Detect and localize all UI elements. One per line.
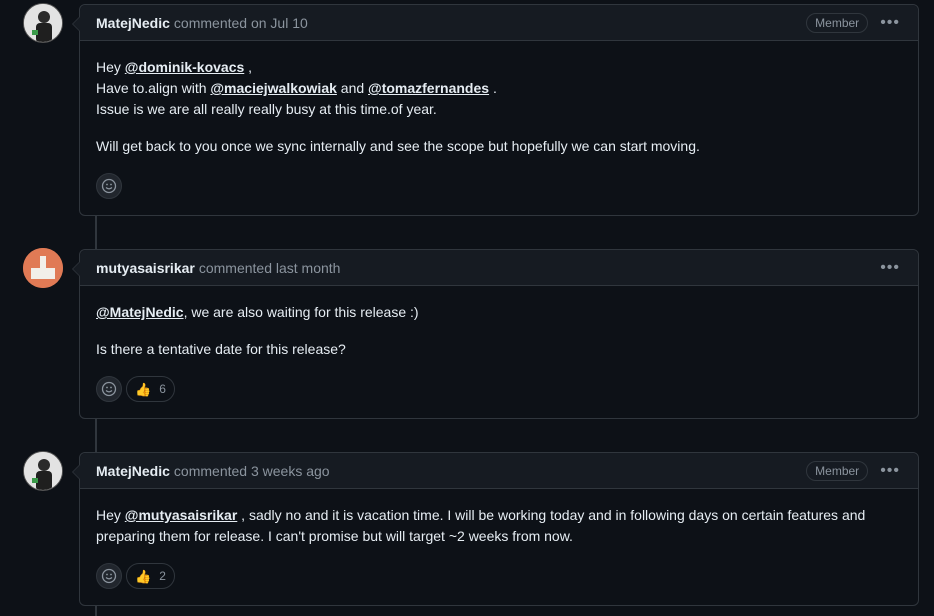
add-reaction-button[interactable] <box>96 173 122 199</box>
avatar-matejnedic[interactable] <box>23 451 63 491</box>
thumbs-up-reaction-button[interactable]: 👍 2 <box>126 563 175 589</box>
comment-card: mutyasaisrikar commented last month ••• … <box>72 249 919 419</box>
text: Have to.align with <box>96 80 211 96</box>
thumbs-up-reaction-button[interactable]: 👍 6 <box>126 376 175 402</box>
comment-line: Issue is we are all really really busy a… <box>96 101 437 117</box>
add-reaction-button[interactable] <box>96 563 122 589</box>
avatar-image <box>24 452 62 490</box>
timeline-connector <box>95 606 97 616</box>
add-reaction-button[interactable] <box>96 376 122 402</box>
timeline-connector <box>95 419 97 453</box>
comment-paragraph: Will get back to you once we sync intern… <box>96 138 700 154</box>
comment-author[interactable]: MatejNedic <box>96 15 170 31</box>
kebab-horizontal-icon[interactable]: ••• <box>878 14 902 32</box>
comment-header: MatejNedic commented 3 weeks ago Member … <box>80 453 918 489</box>
reaction-count: 6 <box>159 381 166 396</box>
thumbs-up-icon: 👍 <box>135 381 152 397</box>
timeline-connector <box>95 216 97 250</box>
comment-line: Have to.align with @maciejwalkowiak and … <box>96 78 902 99</box>
mention-link[interactable]: @maciejwalkowiak <box>210 80 337 96</box>
text: Hey <box>96 507 125 523</box>
mention-link[interactable]: @MatejNedic <box>96 304 184 320</box>
comment-paragraph: @MatejNedic, we are also waiting for thi… <box>96 302 902 323</box>
mention-link[interactable]: @tomazfernandes <box>368 80 489 96</box>
reactions-bar: 👍 2 <box>96 563 902 589</box>
smiley-icon <box>101 178 117 194</box>
reactions-bar <box>96 173 902 199</box>
text: , <box>244 59 253 75</box>
text: and <box>336 80 369 96</box>
identicon-image <box>23 248 63 288</box>
member-badge: Member <box>806 12 869 33</box>
comment-paragraph: Is there a tentative date for this relea… <box>96 341 346 357</box>
comment-card: MatejNedic commented 3 weeks ago Member … <box>72 452 919 606</box>
avatar-matejnedic[interactable] <box>23 3 63 43</box>
text: , we are also waiting for this release :… <box>183 304 419 320</box>
text: Hey <box>96 59 125 75</box>
comment-timestamp[interactable]: commented on Jul 10 <box>174 15 308 31</box>
comment-header: mutyasaisrikar commented last month ••• <box>80 250 918 286</box>
text: . <box>489 80 497 96</box>
comment-body: Hey @mutyasaisrikar , sadly no and it is… <box>80 489 918 601</box>
comment-timestamp[interactable]: commented 3 weeks ago <box>174 463 330 479</box>
comment-timestamp[interactable]: commented last month <box>199 260 341 276</box>
comment-author[interactable]: mutyasaisrikar <box>96 260 195 276</box>
smiley-icon <box>101 568 117 584</box>
thumbs-up-icon: 👍 <box>135 568 152 584</box>
mention-link[interactable]: @dominik-kovacs <box>125 59 244 75</box>
reactions-bar: 👍 6 <box>96 376 902 402</box>
comment-line: Hey @dominik-kovacs , <box>96 57 902 78</box>
avatar-image <box>24 4 62 42</box>
kebab-horizontal-icon[interactable]: ••• <box>878 259 902 277</box>
comment-body: Hey @dominik-kovacs , Have to.align with… <box>80 41 918 211</box>
smiley-icon <box>101 381 117 397</box>
comment-body: @MatejNedic, we are also waiting for thi… <box>80 286 918 414</box>
reaction-count: 2 <box>159 568 166 583</box>
comment-author[interactable]: MatejNedic <box>96 463 170 479</box>
comment-header: MatejNedic commented on Jul 10 Member ••… <box>80 5 918 41</box>
comment-card: MatejNedic commented on Jul 10 Member ••… <box>72 4 919 216</box>
comment-paragraph: Hey @mutyasaisrikar , sadly no and it is… <box>96 505 902 547</box>
mention-link[interactable]: @mutyasaisrikar <box>125 507 238 523</box>
member-badge: Member <box>806 460 869 481</box>
kebab-horizontal-icon[interactable]: ••• <box>878 462 902 480</box>
avatar-mutyasaisrikar[interactable] <box>23 248 63 288</box>
